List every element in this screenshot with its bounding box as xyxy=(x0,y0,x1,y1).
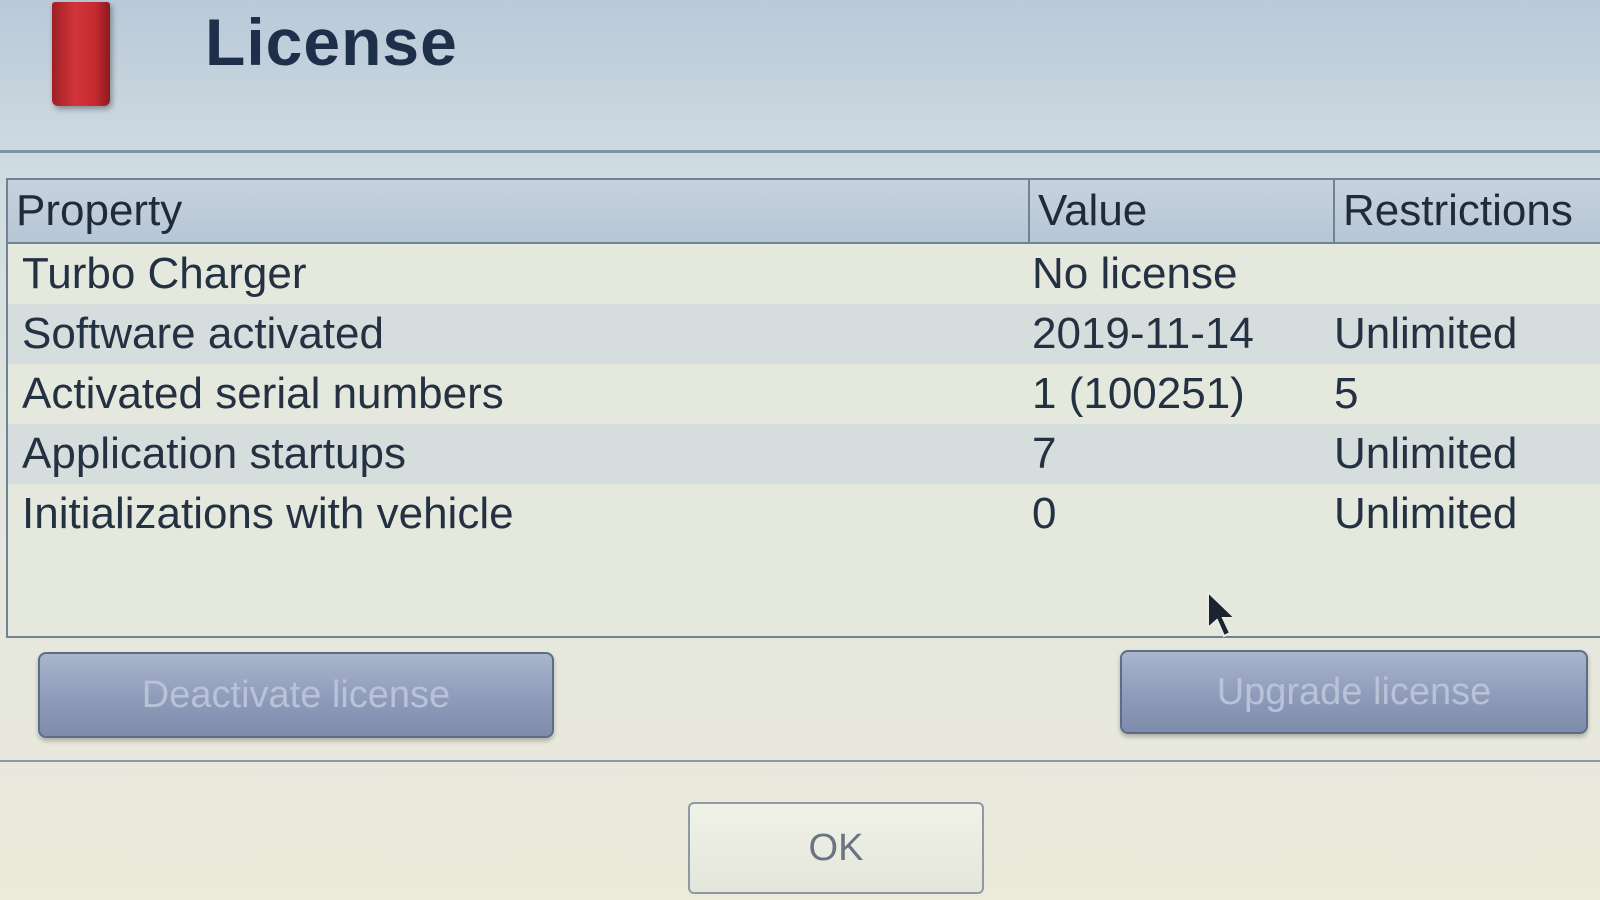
column-header-restrictions[interactable]: Restrictions xyxy=(1333,180,1600,242)
column-header-value[interactable]: Value xyxy=(1028,180,1333,242)
table-row[interactable]: Initializations with vehicle 0 Unlimited xyxy=(8,484,1600,544)
cell-value: 7 xyxy=(1032,429,1057,478)
cell-property: Software activated xyxy=(22,309,384,358)
cell-restrictions: 5 xyxy=(1334,369,1359,418)
table-header: Property Value Restrictions xyxy=(8,180,1600,244)
brand-logo xyxy=(52,2,110,106)
license-table: Property Value Restrictions Turbo Charge… xyxy=(6,178,1600,638)
table-row[interactable]: Application startups 7 Unlimited xyxy=(8,424,1600,484)
cell-value: 0 xyxy=(1032,489,1057,538)
dialog-header: License xyxy=(0,0,1600,150)
footer-divider xyxy=(0,760,1600,762)
cell-value: 2019-11-14 xyxy=(1032,309,1254,358)
ok-button[interactable]: OK xyxy=(688,802,984,894)
cell-property: Turbo Charger xyxy=(22,249,307,298)
deactivate-license-button[interactable]: Deactivate license xyxy=(38,652,554,738)
cell-property: Activated serial numbers xyxy=(22,369,504,418)
cell-restrictions: Unlimited xyxy=(1334,309,1518,358)
table-row[interactable]: Turbo Charger No license xyxy=(8,244,1600,304)
header-divider xyxy=(0,150,1600,153)
table-body: Turbo Charger No license Software activa… xyxy=(8,244,1600,544)
cell-restrictions: Unlimited xyxy=(1334,429,1518,478)
cell-value: 1 (100251) xyxy=(1032,369,1245,418)
cell-value: No license xyxy=(1032,249,1238,298)
mouse-pointer-icon xyxy=(1207,590,1238,638)
cell-property: Initializations with vehicle xyxy=(22,489,514,538)
license-dialog: License Property Value Restrictions Turb… xyxy=(0,0,1600,900)
dialog-title: License xyxy=(205,5,458,79)
table-row[interactable]: Activated serial numbers 1 (100251) 5 xyxy=(8,364,1600,424)
cell-property: Application startups xyxy=(22,429,406,478)
cell-restrictions: Unlimited xyxy=(1334,489,1518,538)
table-row[interactable]: Software activated 2019-11-14 Unlimited xyxy=(8,304,1600,364)
column-header-property[interactable]: Property xyxy=(8,180,1028,242)
upgrade-license-button[interactable]: Upgrade license xyxy=(1120,650,1588,734)
